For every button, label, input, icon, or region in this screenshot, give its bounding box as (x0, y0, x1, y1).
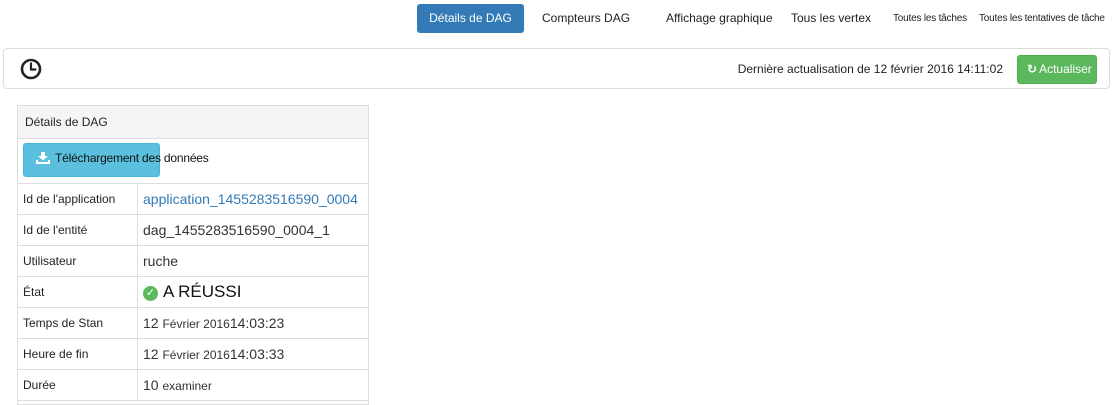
refresh-button-label: Actualiser (1039, 62, 1092, 76)
table-row: État ✓ A RÉUSSI (18, 276, 368, 308)
refresh-bar: Dernière actualisation de 12 février 201… (3, 48, 1110, 89)
table-row: Id de l'entité dag_1455283516590_0004_1 (18, 214, 368, 246)
start-month-year: Février 2016 (162, 317, 230, 331)
download-icon (36, 152, 50, 164)
application-id-key: Id de l'application (18, 184, 138, 215)
tab-dag-details[interactable]: Détails de DAG (417, 4, 524, 33)
entity-id-value: dag_1455283516590_0004_1 (137, 214, 368, 246)
dag-details-panel: Détails de DAG Téléchargement des donnée… (17, 105, 369, 405)
download-data-label: Téléchargement des données (55, 151, 209, 165)
clock-icon (20, 58, 42, 80)
refresh-icon: ↻ (1027, 62, 1038, 76)
table-row: Heure de fin 12 Février 201614:03:33 (18, 338, 368, 370)
duration-number: 10 (143, 377, 159, 393)
duration-unit: examiner (162, 379, 212, 393)
user-key: Utilisateur (18, 245, 138, 277)
end-day: 12 (143, 346, 159, 362)
top-tabs: Détails de DAG Compteurs DAG Affichage g… (0, 4, 1115, 33)
table-row: Durée 10 examiner (18, 369, 368, 401)
user-value: ruche (137, 245, 368, 277)
tab-all-tasks[interactable]: Toutes les tâches (893, 4, 967, 33)
end-time-key: Heure de fin (18, 338, 138, 370)
details-table: Id de l'application application_14552835… (18, 184, 368, 401)
panel-title: Détails de DAG (18, 106, 368, 139)
entity-id-key: Id de l'entité (18, 214, 138, 246)
refresh-button[interactable]: ↻ Actualiser (1017, 55, 1097, 84)
table-row: Id de l'application application_14552835… (18, 184, 368, 215)
tab-all-vertices[interactable]: Tous les vertex (791, 4, 871, 33)
table-row: Temps de Stan 12 Février 201614:03:23 (18, 307, 368, 339)
check-circle-icon: ✓ (143, 286, 158, 301)
application-id-link[interactable]: application_1455283516590_0004 (143, 191, 358, 207)
duration-key: Durée (18, 369, 138, 401)
end-clock-time: 14:03:33 (229, 346, 285, 362)
tab-all-task-attempts[interactable]: Toutes les tentatives de tâche (979, 4, 1105, 33)
state-key: État (18, 276, 138, 308)
last-refresh-text: Dernière actualisation de 12 février 201… (737, 62, 1003, 76)
state-value: A RÉUSSI (163, 282, 242, 301)
table-row: Utilisateur ruche (18, 245, 368, 277)
download-row: Téléchargement des données (18, 139, 368, 184)
tab-graphical-view[interactable]: Affichage graphique (666, 4, 773, 33)
start-time-key: Temps de Stan (18, 307, 138, 339)
start-clock-time: 14:03:23 (229, 315, 285, 331)
start-day: 12 (143, 315, 159, 331)
end-month-year: Février 2016 (162, 348, 230, 362)
tab-dag-counters[interactable]: Compteurs DAG (542, 4, 630, 33)
